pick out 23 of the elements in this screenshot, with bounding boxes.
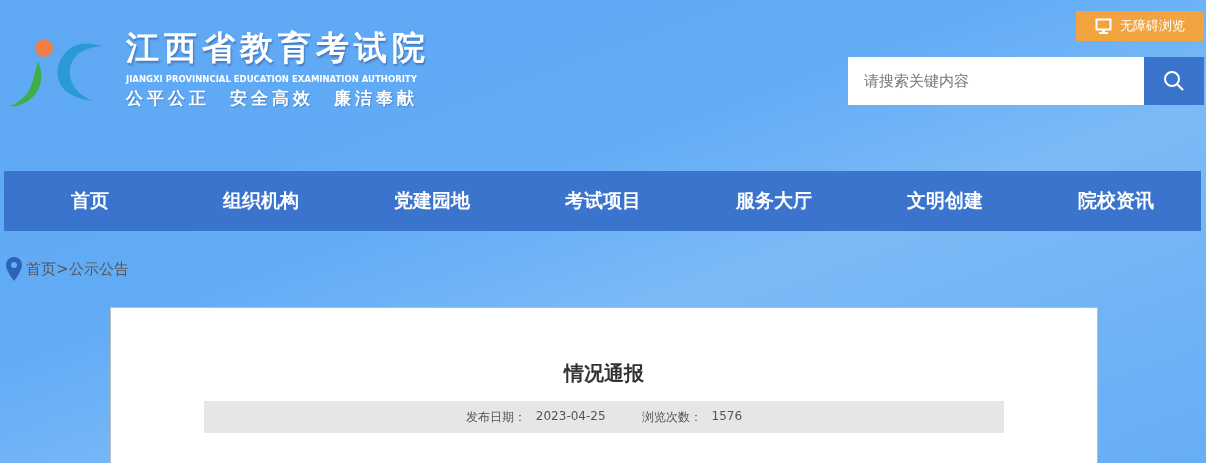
article-title: 情况通报 (564, 360, 644, 387)
publish-date-label: 发布日期： (465, 408, 526, 426)
site-slogan: 公平公正 安全高效 廉洁奉献 (126, 87, 419, 110)
monitor-icon (1095, 18, 1112, 34)
search-field[interactable]: 请搜索关键内容 (848, 57, 1144, 105)
views-label: 浏览次数： (641, 408, 702, 426)
nav-tab[interactable]: 服务大厅 (688, 171, 859, 231)
nav-tab[interactable]: 文明创建 (859, 171, 1030, 231)
site-subtitle: JIANGXI PROVINNCIAL EDUCATION EXAMINATION AUTHORITY (126, 74, 418, 84)
nav-tab[interactable]: 院校资讯 (1030, 171, 1201, 231)
nav-tab[interactable]: 考试项目 (517, 171, 688, 231)
nav-tab[interactable]: 首页 (4, 171, 175, 231)
nav-tab[interactable]: 党建园地 (346, 171, 517, 231)
location-pin-icon (6, 257, 22, 281)
publish-date: 2023-04-25 (535, 408, 606, 425)
breadcrumb-link[interactable]: 首页 (26, 259, 56, 279)
breadcrumb-link[interactable]: 公示公告 (68, 259, 129, 279)
site-title: 江西省教育考试院 (126, 27, 430, 69)
search-icon (1163, 70, 1185, 92)
breadcrumb-separator: > (56, 259, 69, 279)
search-button[interactable] (1144, 57, 1204, 105)
nav-tab[interactable]: 组织机构 (175, 171, 346, 231)
view-count: 1576 (711, 408, 743, 425)
